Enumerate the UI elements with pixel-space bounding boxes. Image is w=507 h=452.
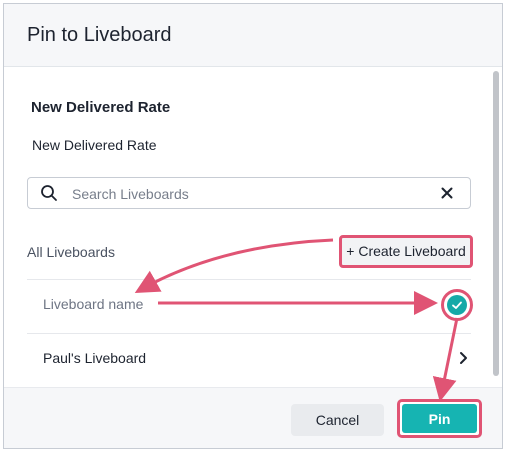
dialog-body: New Delivered Rate New Delivered Rate Al… [4, 67, 502, 389]
scrollbar-thumb[interactable] [493, 71, 499, 376]
selected-indicator[interactable] [441, 289, 473, 321]
list-item-label: Paul's Liveboard [43, 350, 147, 366]
search-icon [41, 185, 57, 201]
section-title: New Delivered Rate [31, 99, 171, 116]
list-item-liveboard-name[interactable]: Liveboard name [27, 279, 471, 331]
search-box[interactable] [27, 177, 471, 209]
chevron-right-icon[interactable] [459, 351, 469, 365]
list-item-label: Liveboard name [43, 296, 144, 312]
dialog-title: Pin to Liveboard [27, 24, 172, 46]
pin-button[interactable]: Pin [402, 404, 477, 433]
visualization-name: New Delivered Rate [32, 137, 157, 153]
search-input[interactable] [70, 182, 434, 206]
close-icon[interactable] [438, 184, 456, 202]
create-liveboard-button[interactable]: + Create Liveboard [339, 235, 473, 268]
list-item-pauls-liveboard[interactable]: Paul's Liveboard [27, 333, 471, 385]
dialog-footer: Cancel Pin [4, 387, 502, 448]
pin-button-highlight: Pin [397, 399, 482, 438]
cancel-button[interactable]: Cancel [291, 404, 384, 436]
all-liveboards-heading: All Liveboards [27, 244, 115, 260]
dialog-header: Pin to Liveboard [4, 4, 502, 67]
check-icon [447, 295, 467, 315]
pin-to-liveboard-dialog: Pin to Liveboard New Delivered Rate New … [3, 3, 503, 449]
